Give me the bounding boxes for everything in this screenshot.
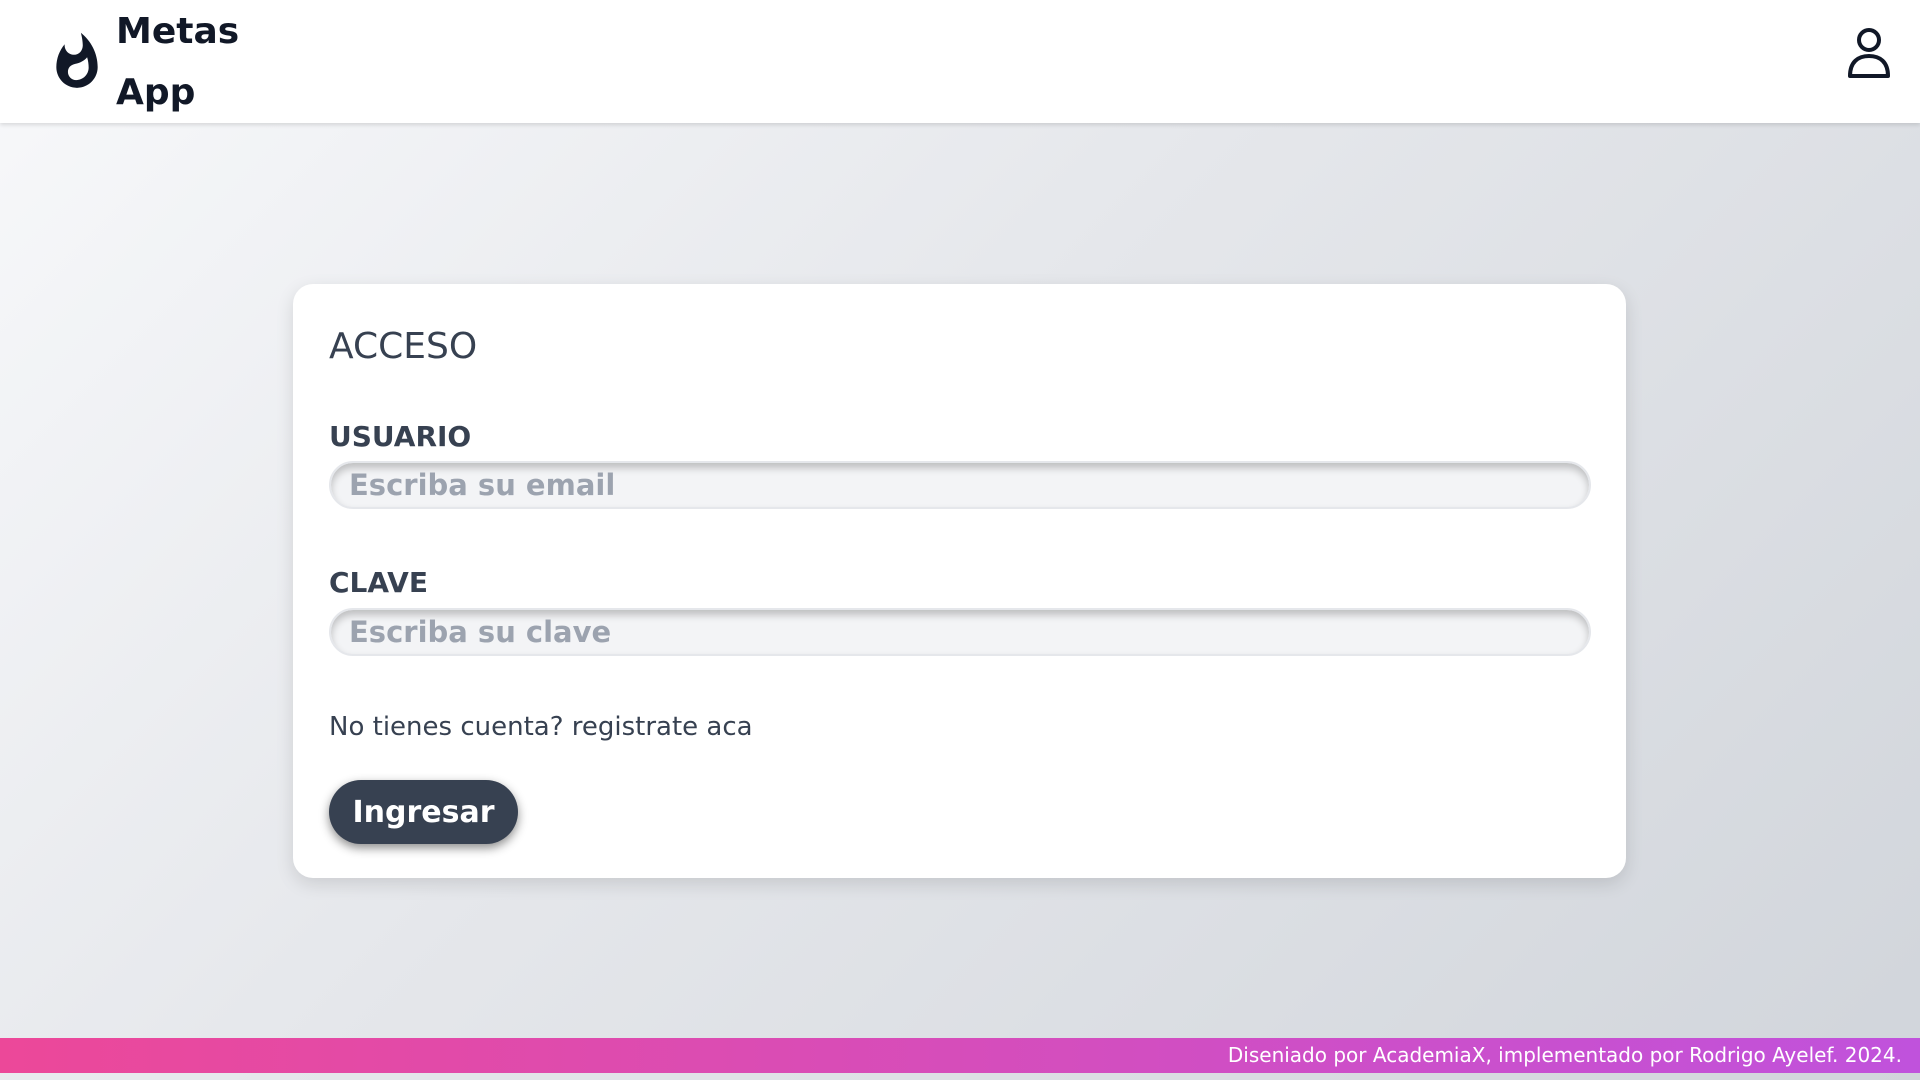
footer-credits: Diseniado por AcademiaX, implementado po… bbox=[1227, 1043, 1902, 1067]
password-label: CLAVE bbox=[329, 566, 428, 599]
user-profile-button[interactable] bbox=[1846, 26, 1892, 80]
user-label: USUARIO bbox=[329, 420, 472, 453]
user-icon bbox=[1848, 28, 1890, 78]
login-submit-button[interactable]: Ingresar bbox=[329, 780, 518, 844]
app-header: Metas App bbox=[0, 0, 1920, 123]
login-title: ACCESO bbox=[329, 326, 478, 367]
register-link[interactable]: No tienes cuenta? registrate aca bbox=[329, 712, 753, 742]
login-card: ACCESO USUARIO CLAVE No tienes cuenta? r… bbox=[293, 284, 1626, 878]
app-name: Metas App bbox=[116, 10, 240, 113]
password-input[interactable] bbox=[329, 608, 1591, 656]
app-footer: Diseniado por AcademiaX, implementado po… bbox=[0, 1038, 1920, 1073]
fire-icon bbox=[56, 32, 98, 88]
email-input[interactable] bbox=[329, 461, 1591, 509]
app-logo[interactable]: Metas App bbox=[46, 0, 240, 123]
